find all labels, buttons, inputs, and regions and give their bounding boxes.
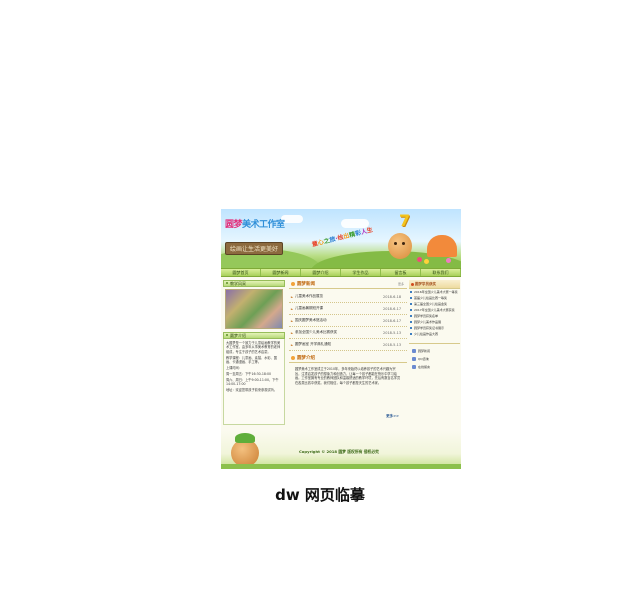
copyright-text: Copyright © 2018 圆梦 版权所有 侵权必究	[299, 449, 379, 454]
intro-more-link[interactable]: 更多>>	[386, 414, 399, 419]
intro-paragraph: 上课时间：	[226, 366, 242, 371]
logo-part2: 美术工作室	[242, 220, 285, 230]
site-footer: Copyright © 2018 圆梦 版权所有 侵权必究	[221, 431, 461, 469]
news-more-link[interactable]: 更多	[398, 282, 404, 286]
quick-link[interactable]: 圆梦新闻	[409, 347, 460, 355]
intro-paragraph: 周六、周日：上午9:00-11:00，下午14:00-17:00	[226, 377, 279, 387]
castle-decoration	[427, 235, 457, 257]
news-row[interactable]: ► 参加全国少儿美术比赛获奖 2018-5-13	[289, 327, 407, 339]
news-item-date: 2018-5-13	[383, 330, 402, 335]
quick-links: 圆梦新闻 QQ咨询 在线留言	[409, 343, 460, 371]
news-item-title[interactable]: 圆梦画室 开学典礼通知	[295, 342, 383, 347]
quick-link-label: QQ咨询	[418, 357, 429, 361]
news-item-date: 2018-6-17	[383, 306, 402, 311]
news-row[interactable]: ► 圆梦画室 开学典礼通知 2018-5-13	[289, 339, 407, 351]
news-title: 圆梦新闻	[297, 282, 315, 287]
awards-header: 圆梦学员获奖	[409, 280, 460, 289]
slogan-sign: 绘画让生活更美好	[225, 242, 283, 255]
nav-item-news[interactable]: 圆梦新闻	[261, 269, 301, 276]
news-item-title[interactable]: 参加全国少儿美术比赛获奖	[295, 330, 383, 335]
section-bullet-icon	[291, 282, 295, 286]
flower-decoration	[424, 259, 429, 264]
news-item-title[interactable]: 儿童画暑期班开课	[295, 306, 383, 311]
nav-item-contact[interactable]: 联系我们	[421, 269, 461, 276]
left-sidebar: 教学风采 圆梦介绍 大圆梦是一个致力于儿童绘画教学的美术工作室，由多年从事美术教…	[223, 280, 285, 430]
intro-paragraph: 周一至周五：下午16:30-18:00	[226, 371, 272, 376]
photo-section-title: 教学风采	[230, 281, 246, 286]
image-caption: dw 网页临摹	[275, 486, 365, 504]
intro-body-text: 圆梦美术工作室成立于2010年，多年来始终以培养孩子的艺术兴趣为宗旨，注重启发孩…	[295, 367, 401, 385]
quick-link[interactable]: QQ咨询	[409, 355, 460, 363]
section-bullet-icon	[411, 283, 414, 286]
quick-link-label: 圆梦新闻	[418, 349, 431, 353]
news-item-date: 2018-5-13	[383, 342, 402, 347]
intro-title: 圆梦介绍	[297, 356, 315, 361]
news-item-date: 2018-6-18	[383, 294, 402, 299]
rainbow-char: 生	[366, 226, 374, 235]
message-icon	[412, 365, 416, 369]
footer-mascot	[231, 439, 259, 467]
intro-paragraph: 教学课程：儿童画、素描、水彩、国画、卡通漫画、手工等。	[226, 355, 277, 365]
main-content: 圆梦新闻 更多 ► 儿童美术作品展览 2018-6-18 ► 儿童画暑期班开课 2018…	[289, 280, 407, 430]
news-header: 圆梦新闻 更多	[289, 280, 407, 289]
news-icon	[412, 349, 416, 353]
slogan-text: 绘画让生活更美好	[229, 246, 278, 253]
news-row[interactable]: ► 儿童美术作品展览 2018-6-18	[289, 291, 407, 303]
nav-item-home[interactable]: 圆梦首页	[221, 269, 261, 276]
news-item-title[interactable]: 国庆圆梦美术馆活动	[295, 318, 383, 323]
intro-section-header: 圆梦介绍	[223, 332, 285, 339]
webpage-screenshot: 圆梦美术工作室 绘画让生活更美好 童心之旅·绘出精彩人生 7 圆梦首页 圆梦新闻…	[221, 209, 461, 469]
teaching-photo[interactable]	[225, 289, 283, 329]
news-item-date: 2018-6-17	[383, 318, 402, 323]
flower-decoration	[446, 258, 451, 263]
nav-item-about[interactable]: 圆梦介绍	[301, 269, 341, 276]
awards-title: 圆梦学员获奖	[415, 282, 436, 286]
right-sidebar: 圆梦学员获奖 2016年全国少儿美术大赛一等奖 首届少儿绘画比赛一等奖 第三届全…	[409, 280, 460, 430]
grass-decoration	[221, 464, 461, 469]
intro-section: 圆梦介绍 圆梦美术工作室成立于2010年，多年来始终以培养孩子的艺术兴趣为宗旨，…	[289, 354, 407, 421]
mascot-eye	[394, 242, 397, 245]
mascot-hat	[235, 433, 255, 443]
intro-paragraph: 地址：欢迎您带孩子前来参观试听。	[226, 388, 277, 393]
site-banner: 圆梦美术工作室 绘画让生活更美好 童心之旅·绘出精彩人生 7	[221, 209, 461, 268]
section-bullet-icon	[291, 356, 295, 360]
intro-paragraph: 大圆梦是一个致力于儿童绘画教学的美术工作室，由多年从事美术教育的老师组成，专注于…	[226, 341, 281, 354]
flower-decoration	[417, 257, 422, 262]
intro-header: 圆梦介绍	[289, 354, 407, 363]
intro-section-title: 圆梦介绍	[230, 333, 246, 338]
photo-section-header: 教学风采	[223, 280, 285, 287]
nav-item-works[interactable]: 学生作品	[341, 269, 381, 276]
site-logo[interactable]: 圆梦美术工作室	[225, 217, 285, 230]
rainbow-slogan: 童心之旅·绘出精彩人生	[311, 225, 374, 249]
qq-icon	[412, 357, 416, 361]
quick-link[interactable]: 在线留言	[409, 363, 460, 371]
nav-item-guestbook[interactable]: 留言板	[381, 269, 421, 276]
news-row[interactable]: ► 国庆圆梦美术馆活动 2018-6-17	[289, 315, 407, 327]
mascot-character	[388, 233, 412, 259]
news-list: ► 儿童美术作品展览 2018-6-18 ► 儿童画暑期班开课 2018-6-17 ► 国…	[289, 291, 407, 351]
intro-text-box: 大圆梦是一个致力于儿童绘画教学的美术工作室，由多年从事美术教育的老师组成，专注于…	[223, 339, 285, 425]
logo-part1: 圆梦	[225, 220, 243, 230]
news-item-title[interactable]: 儿童美术作品展览	[295, 294, 383, 299]
news-row[interactable]: ► 儿童画暑期班开课 2018-6-17	[289, 303, 407, 315]
main-nav: 圆梦首页 圆梦新闻 圆梦介绍 学生作品 留言板 联系我们	[221, 268, 461, 277]
quick-link-label: 在线留言	[418, 365, 431, 369]
award-item[interactable]: 少儿绘画作品大赛	[409, 331, 460, 337]
mascot-eye	[402, 242, 405, 245]
intro-body: 圆梦美术工作室成立于2010年，多年来始终以培养孩子的艺术兴趣为宗旨，注重启发孩…	[289, 363, 407, 421]
number-seven-graphic: 7	[399, 211, 411, 230]
